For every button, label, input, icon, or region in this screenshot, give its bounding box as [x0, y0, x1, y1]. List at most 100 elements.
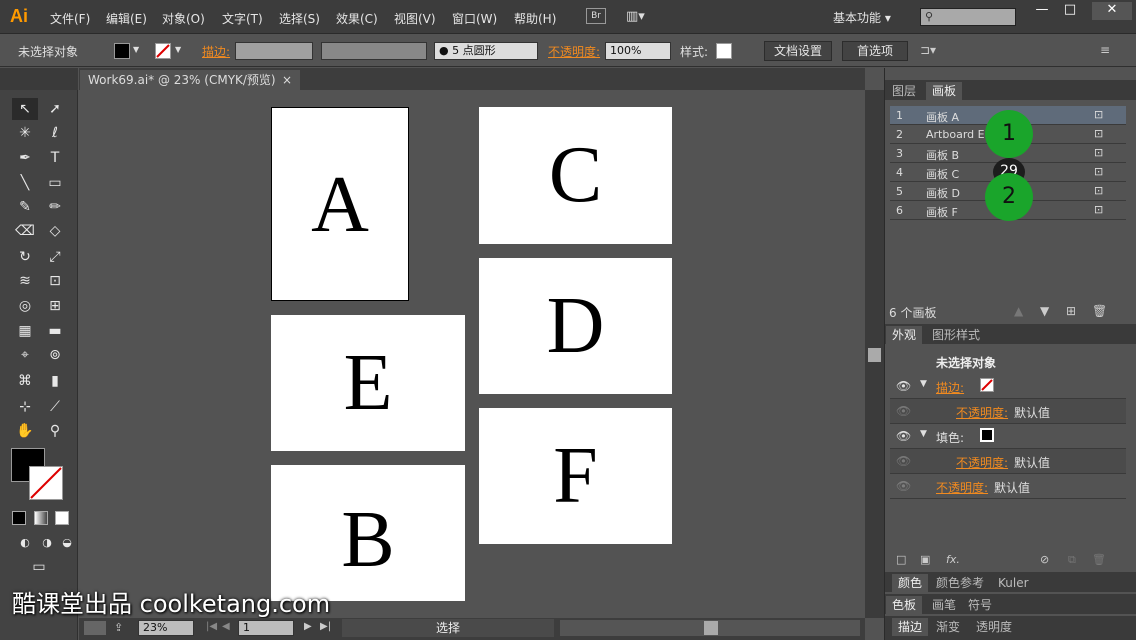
delete-artboard-icon[interactable]: 🗑 — [1092, 304, 1107, 318]
perspective-grid-tool-icon[interactable]: ⊞ — [42, 295, 68, 317]
none-mode-icon[interactable] — [55, 511, 69, 525]
stroke-dropdown-icon[interactable]: ▼ — [175, 45, 181, 54]
pencil-tool-icon[interactable]: ✏ — [42, 196, 68, 218]
stroke-swatch[interactable] — [155, 43, 171, 59]
hand-tool-icon[interactable]: ✋ — [12, 420, 38, 442]
artboard-c[interactable]: C — [479, 107, 672, 244]
symbol-sprayer-tool-icon[interactable]: ⌘ — [12, 370, 38, 392]
add-stroke-icon[interactable]: □ — [896, 553, 906, 566]
menu-file[interactable]: 文件(F) — [50, 10, 90, 27]
delete-item-icon[interactable]: 🗑 — [1092, 553, 1106, 566]
zoom-tool-icon[interactable]: ⚲ — [42, 420, 68, 442]
visibility-eye-icon[interactable]: 👁 — [896, 379, 911, 393]
slice-tool-icon[interactable]: ⟋ — [42, 396, 68, 418]
screen-mode-icon[interactable]: ▭ — [26, 556, 52, 578]
tab-color-guide[interactable]: 颜色参考 — [930, 574, 990, 592]
tab-transparency[interactable]: 透明度 — [970, 618, 1018, 636]
appearance-fill-row[interactable]: 👁 ▼ 填色: — [890, 424, 1126, 449]
fill-black-swatch[interactable] — [980, 428, 994, 442]
bridge-icon[interactable]: Br — [586, 8, 606, 24]
menu-select[interactable]: 选择(S) — [279, 10, 320, 27]
expand-triangle-icon[interactable]: ▼ — [920, 379, 927, 389]
tab-artboards[interactable]: 画板 — [926, 82, 963, 100]
canvas[interactable] — [79, 90, 865, 618]
artboard-options-icon[interactable]: ⊡ — [1094, 184, 1103, 197]
align-icon[interactable]: ⊐▾ — [920, 43, 936, 57]
artboard-b[interactable]: B — [271, 465, 465, 601]
tab-symbols[interactable]: 符号 — [962, 596, 998, 614]
menu-help[interactable]: 帮助(H) — [514, 10, 556, 27]
search-input[interactable]: ⚲ — [920, 8, 1016, 26]
variable-width-dropdown[interactable] — [321, 42, 427, 60]
artboard-a[interactable]: A — [271, 107, 409, 301]
tab-color[interactable]: 颜色 — [892, 574, 929, 592]
gradient-mode-icon[interactable] — [34, 511, 48, 525]
gradient-tool-icon[interactable]: ▬ — [42, 320, 68, 342]
mesh-tool-icon[interactable]: ▦ — [12, 320, 38, 342]
lasso-tool-icon[interactable]: ℓ — [42, 122, 68, 144]
menu-view[interactable]: 视图(V) — [394, 10, 436, 27]
next-artboard-icon[interactable]: ▶ — [304, 621, 312, 632]
selection-tool-icon[interactable]: ↖ — [12, 98, 38, 120]
paintbrush-tool-icon[interactable]: ✎ — [12, 196, 38, 218]
tab-kuler[interactable]: Kuler — [992, 574, 1035, 592]
visibility-eye-icon[interactable]: 👁 — [896, 454, 911, 468]
first-artboard-icon[interactable]: |◀ — [206, 621, 217, 632]
artboard-options-icon[interactable]: ⊡ — [1094, 108, 1103, 121]
scale-tool-icon[interactable]: ⤢ — [42, 246, 68, 268]
stroke-weight-field[interactable] — [235, 42, 313, 60]
color-mode-icon[interactable] — [12, 511, 26, 525]
eraser-tool-icon[interactable]: ◇ — [42, 220, 68, 242]
opacity-label[interactable]: 不透明度: — [548, 43, 600, 60]
stroke-color-box[interactable] — [29, 466, 63, 500]
warp-tool-icon[interactable]: ≋ — [12, 270, 38, 292]
artboard-number-field[interactable]: 1 — [238, 620, 294, 636]
menu-effect[interactable]: 效果(C) — [336, 10, 378, 27]
column-graph-tool-icon[interactable]: ▮ — [42, 370, 68, 392]
visibility-eye-icon[interactable]: 👁 — [896, 429, 911, 443]
horizontal-scrollbar[interactable] — [560, 620, 860, 636]
clear-appearance-icon[interactable]: ⊘ — [1040, 553, 1049, 566]
pen-tool-icon[interactable]: ✒ — [12, 147, 38, 169]
panel-menu-icon[interactable]: ≡ — [1100, 43, 1110, 57]
line-tool-icon[interactable]: ╲ — [12, 172, 38, 194]
style-swatch[interactable] — [716, 43, 732, 59]
free-transform-tool-icon[interactable]: ⊡ — [42, 270, 68, 292]
prev-artboard-icon[interactable]: ◀ — [222, 621, 230, 632]
visibility-eye-icon[interactable]: 👁 — [896, 404, 911, 418]
move-down-icon[interactable]: ▼ — [1040, 304, 1049, 318]
artboard-options-icon[interactable]: ⊡ — [1094, 203, 1103, 216]
expand-triangle-icon[interactable]: ▼ — [920, 429, 927, 439]
close-tab-icon[interactable]: × — [282, 70, 292, 90]
menu-object[interactable]: 对象(O) — [162, 10, 205, 27]
add-effect-icon[interactable]: fx. — [946, 553, 960, 566]
direct-selection-tool-icon[interactable]: ➚ — [42, 98, 68, 120]
blob-brush-tool-icon[interactable]: ⌫ — [12, 220, 38, 242]
preferences-button[interactable]: 首选项 — [842, 41, 908, 61]
blend-tool-icon[interactable]: ⊚ — [42, 344, 68, 366]
tab-gradient[interactable]: 渐变 — [930, 618, 966, 636]
menu-window[interactable]: 窗口(W) — [452, 10, 497, 27]
tab-graphic-styles[interactable]: 图形样式 — [926, 326, 986, 344]
fill-dropdown-icon[interactable]: ▼ — [133, 45, 139, 54]
appearance-fill-opacity-row[interactable]: 👁 不透明度: 默认值 — [890, 449, 1126, 474]
draw-inside-icon[interactable]: ◒ — [54, 532, 80, 554]
artboard-d[interactable]: D — [479, 258, 672, 394]
artboard-options-icon[interactable]: ⊡ — [1094, 146, 1103, 159]
tab-stroke[interactable]: 描边 — [892, 618, 929, 636]
new-artboard-icon[interactable]: ⊞ — [1066, 304, 1076, 318]
type-tool-icon[interactable]: T — [42, 147, 68, 169]
tab-appearance[interactable]: 外观 — [886, 326, 923, 344]
fill-swatch[interactable] — [114, 43, 130, 59]
appearance-opacity-row[interactable]: 👁 不透明度: 默认值 — [890, 474, 1126, 499]
tab-brushes[interactable]: 画笔 — [926, 596, 962, 614]
menu-type[interactable]: 文字(T) — [222, 10, 263, 27]
artboard-e[interactable]: E — [271, 315, 465, 451]
rotate-tool-icon[interactable]: ↻ — [12, 246, 38, 268]
maximize-button[interactable]: □ — [1056, 2, 1084, 20]
tab-layers[interactable]: 图层 — [886, 82, 922, 100]
opacity-field[interactable]: 100% — [605, 42, 671, 60]
status-options-icon[interactable] — [84, 621, 106, 635]
tab-swatches[interactable]: 色板 — [886, 596, 923, 614]
menu-edit[interactable]: 编辑(E) — [106, 10, 147, 27]
